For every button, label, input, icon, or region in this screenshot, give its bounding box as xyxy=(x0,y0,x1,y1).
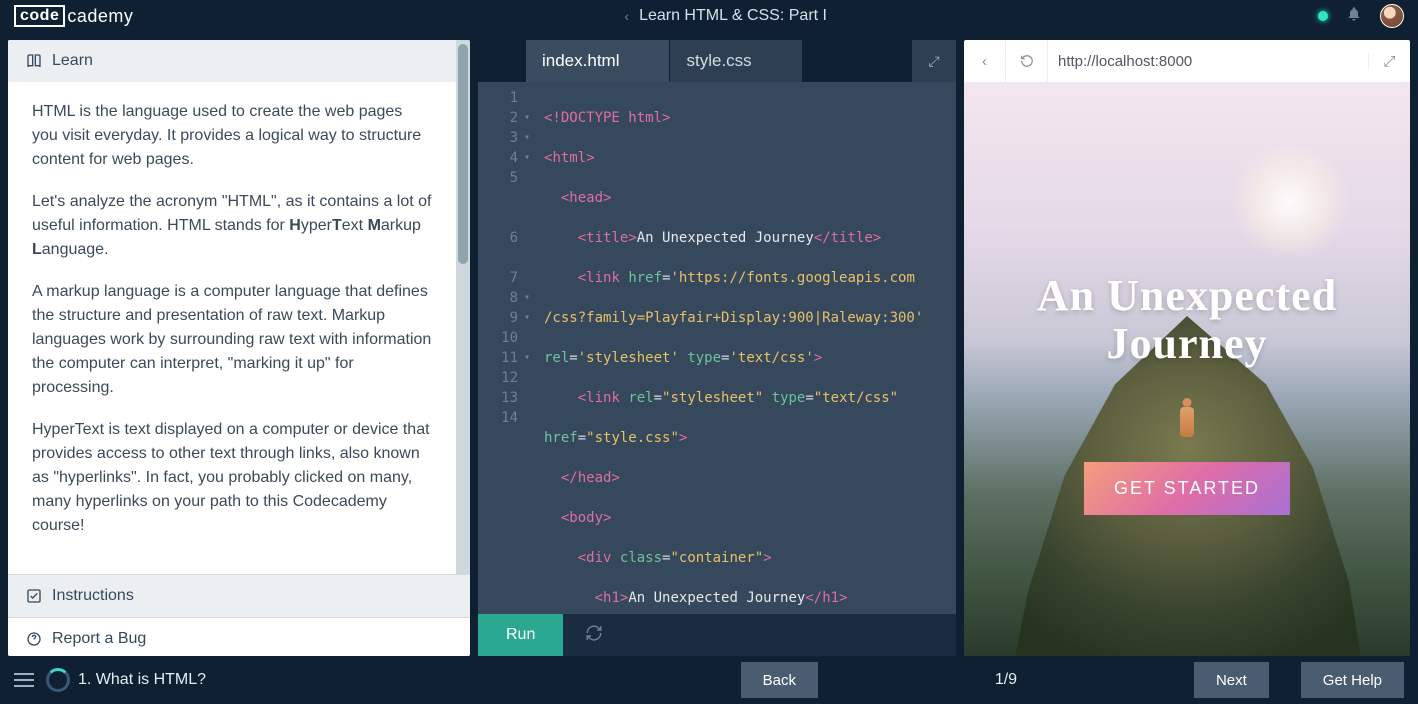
lesson-nav: Back 1/9 Next xyxy=(741,662,1269,698)
avatar[interactable] xyxy=(1380,4,1404,28)
menu-icon[interactable] xyxy=(14,673,34,687)
lesson-counter: 1/9 xyxy=(818,671,1194,689)
get-help-button[interactable]: Get Help xyxy=(1301,662,1404,698)
left-column: Learn HTML is the language used to creat… xyxy=(0,32,470,656)
tab-style-css[interactable]: style.css xyxy=(669,40,801,82)
browser-url[interactable]: http://localhost:8000 xyxy=(1048,53,1368,70)
lesson-para-2: Let's analyze the acronym "HTML", as it … xyxy=(32,190,432,262)
run-button[interactable]: Run xyxy=(478,614,563,656)
lesson-body: HTML is the language used to create the … xyxy=(8,82,456,574)
question-icon xyxy=(26,631,42,647)
instructions-label: Instructions xyxy=(52,587,134,605)
back-button[interactable]: Back xyxy=(741,662,818,698)
browser-url-bar: ‹ http://localhost:8000 ⤢ xyxy=(964,40,1410,82)
browser-expand-button[interactable]: ⤢ xyxy=(1368,53,1410,70)
lesson-panel: Learn HTML is the language used to creat… xyxy=(8,40,470,656)
preview-column: ‹ http://localhost:8000 ⤢ An Unexpected … xyxy=(956,32,1418,656)
editor-expand-button[interactable]: ⤢ xyxy=(912,40,956,82)
editor-column: index.html style.css ⤢ 1 2 3 4 5 6 7 8 9… xyxy=(470,32,956,656)
logo-box: code xyxy=(14,5,65,27)
preview-heading: An Unexpected Journey xyxy=(964,272,1410,369)
chevron-left-icon[interactable]: ‹ xyxy=(624,8,629,24)
browser-reload-button[interactable] xyxy=(1006,40,1048,82)
editor-tabs: index.html style.css ⤢ xyxy=(478,40,956,82)
course-title[interactable]: Learn HTML & CSS: Part I xyxy=(639,7,827,25)
expand-icon: ⤢ xyxy=(928,53,939,70)
logo-text: cademy xyxy=(67,6,133,27)
preview-sun xyxy=(1230,142,1350,262)
next-button[interactable]: Next xyxy=(1194,662,1269,698)
topbar-right xyxy=(1318,4,1404,28)
tab-index-html[interactable]: index.html xyxy=(526,40,669,82)
lesson-content-wrap: Learn HTML is the language used to creat… xyxy=(8,40,456,574)
lesson-para-4: HyperText is text displayed on a compute… xyxy=(32,418,432,538)
lesson-title[interactable]: 1. What is HTML? xyxy=(78,671,206,689)
bottom-bar: 1. What is HTML? Back 1/9 Next Get Help xyxy=(0,656,1418,704)
refresh-icon[interactable] xyxy=(585,624,603,647)
preview-frame: An Unexpected Journey GET STARTED xyxy=(964,82,1410,656)
lesson-para-3: A markup language is a computer language… xyxy=(32,280,432,400)
lesson-para-1: HTML is the language used to create the … xyxy=(32,100,432,172)
preview-get-started-button[interactable]: GET STARTED xyxy=(1084,462,1290,515)
line-gutter: 1 2 3 4 5 6 7 8 9 10 11 12 13 14 xyxy=(478,88,526,614)
scrollbar-thumb[interactable] xyxy=(458,44,468,264)
bottom-left-cluster: 1. What is HTML? xyxy=(14,668,206,692)
code-lines[interactable]: <!DOCTYPE html> <html> <head> <title>An … xyxy=(526,88,956,614)
code-editor[interactable]: 1 2 3 4 5 6 7 8 9 10 11 12 13 14 <!DOCTY… xyxy=(478,82,956,614)
top-bar: codecademy ‹ Learn HTML & CSS: Part I xyxy=(0,0,1418,32)
checkbox-icon xyxy=(26,588,42,604)
book-icon xyxy=(26,53,42,69)
logo[interactable]: codecademy xyxy=(14,5,133,27)
learn-header[interactable]: Learn xyxy=(8,40,456,82)
scrollbar-track[interactable] xyxy=(456,40,470,574)
report-bug-label: Report a Bug xyxy=(52,630,146,648)
course-title-wrap: ‹ Learn HTML & CSS: Part I xyxy=(133,7,1318,25)
report-bug-button[interactable]: Report a Bug xyxy=(8,617,470,656)
main: Learn HTML is the language used to creat… xyxy=(0,32,1418,656)
bell-icon[interactable] xyxy=(1346,6,1362,27)
instructions-header[interactable]: Instructions xyxy=(8,574,470,617)
run-bar: Run xyxy=(478,614,956,656)
tab-spacer xyxy=(478,40,526,82)
browser-back-button[interactable]: ‹ xyxy=(964,40,1006,82)
progress-ring-icon xyxy=(46,668,70,692)
connection-status-icon xyxy=(1318,11,1328,21)
learn-label: Learn xyxy=(52,52,93,70)
preview-person xyxy=(1176,398,1198,444)
lesson-scroll: Learn HTML is the language used to creat… xyxy=(8,40,470,574)
